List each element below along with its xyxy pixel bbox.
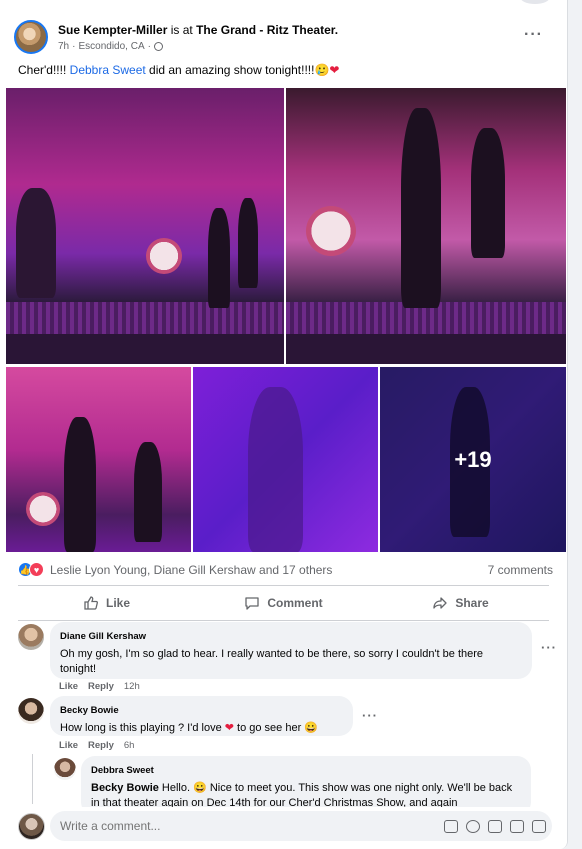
stage-floor: [286, 334, 566, 364]
bass-drum: [26, 492, 60, 526]
replier-avatar[interactable]: [54, 758, 76, 780]
reply-mention[interactable]: Becky Bowie: [91, 782, 159, 794]
dot-separator: ·: [147, 41, 151, 52]
post-mention[interactable]: Debbra Sweet: [70, 63, 146, 77]
comment-like-button[interactable]: Like: [59, 740, 78, 751]
love-reaction-icon: ♥: [29, 562, 44, 577]
post-time[interactable]: 7h: [58, 41, 69, 52]
globe-icon: [153, 42, 163, 51]
comment-time[interactable]: 6h: [124, 740, 135, 751]
photo-3[interactable]: [6, 367, 191, 552]
post-text: Cher'd!!!! Debbra Sweet did an amazing s…: [18, 63, 339, 77]
previous-post-edge: [520, 0, 550, 4]
comment-reply-button[interactable]: Reply: [88, 740, 114, 751]
comment-reply-button[interactable]: Reply: [88, 681, 114, 692]
commenter-name[interactable]: Becky Bowie: [60, 703, 343, 718]
comment-time[interactable]: 12h: [124, 681, 140, 692]
photo-4[interactable]: [193, 367, 378, 552]
comment-text-before: How long is this playing ? I'd love: [60, 722, 225, 734]
composer-icons: [444, 820, 546, 833]
stage-floor: [6, 334, 284, 364]
avatar-sticker-icon[interactable]: [444, 820, 458, 833]
checkin-verb: is at: [170, 23, 193, 37]
singer-figure: [64, 417, 96, 552]
post-card: Sue Kempter-Miller is at The Grand - Rit…: [0, 0, 568, 849]
heart-emoji: ❤: [329, 63, 340, 77]
commenter-name[interactable]: Diane Gill Kershaw: [60, 629, 522, 644]
photo-1[interactable]: [6, 88, 284, 364]
divider: [18, 620, 549, 621]
commenter-avatar[interactable]: [18, 624, 44, 650]
comment-like-button[interactable]: Like: [59, 681, 78, 692]
comment-text: How long is this playing ? I'd love ❤ to…: [60, 721, 343, 736]
gif-icon[interactable]: [510, 820, 524, 833]
reply-thread-line: [32, 754, 33, 804]
comment-more-button[interactable]: ···: [362, 708, 378, 723]
comment-composer: [0, 807, 567, 849]
author-name[interactable]: Sue Kempter-Miller: [58, 23, 167, 37]
guitarist-figure: [238, 198, 258, 288]
replier-name[interactable]: Debbra Sweet: [91, 763, 521, 778]
comment-bubble: Becky Bowie How long is this playing ? I…: [50, 696, 353, 736]
share-label: Share: [455, 596, 489, 610]
keyboard-figure: [16, 188, 56, 298]
post-header: Sue Kempter-Miller is at The Grand - Rit…: [14, 20, 553, 60]
more-options-button[interactable]: ···: [524, 26, 543, 44]
comment-more-button[interactable]: ···: [541, 640, 557, 655]
guitarist-figure: [134, 442, 162, 542]
thumbs-up-icon: [84, 596, 98, 610]
post-actions: Like Comment Share: [18, 588, 549, 618]
singer-silhouette: [248, 387, 303, 552]
bass-drum: [146, 238, 182, 274]
place-name[interactable]: The Grand - Ritz Theater.: [196, 23, 338, 37]
reaction-icons[interactable]: 👍 ♥: [18, 562, 48, 578]
comment-text-after: to go see her 😀: [233, 722, 318, 734]
author-line: Sue Kempter-Miller is at The Grand - Rit…: [58, 23, 338, 37]
singer-figure: [401, 108, 441, 308]
post-text-after: did an amazing show tonight!!!!🥲: [145, 63, 330, 77]
share-button[interactable]: Share: [372, 588, 549, 618]
comments-count[interactable]: 7 comments: [488, 563, 553, 577]
photo-grid: +19: [6, 88, 566, 552]
comment-actions: Like Reply 12h: [59, 681, 140, 692]
current-user-avatar: [18, 813, 45, 840]
sticker-icon[interactable]: [532, 820, 546, 833]
comment-button[interactable]: Comment: [195, 588, 372, 618]
heart-emoji: ❤: [224, 722, 234, 734]
stage-skirt: [6, 302, 284, 334]
commenter-avatar[interactable]: [18, 698, 44, 724]
reaction-names[interactable]: Leslie Lyon Young, Diane Gill Kershaw an…: [50, 563, 332, 577]
comment-label: Comment: [267, 596, 323, 610]
author-avatar[interactable]: [14, 20, 48, 54]
photo-5[interactable]: +19: [380, 367, 566, 552]
comment-bubble: Diane Gill Kershaw Oh my gosh, I'm so gl…: [50, 622, 532, 679]
post-meta: 7h · Escondido, CA ·: [58, 41, 163, 52]
like-button[interactable]: Like: [18, 588, 195, 618]
post-location: Escondido, CA: [78, 41, 145, 52]
photo-2[interactable]: [286, 88, 566, 364]
share-icon: [433, 597, 447, 609]
post-text-before: Cher'd!!!!: [18, 63, 70, 77]
comment-text: Oh my gosh, I'm so glad to hear. I reall…: [60, 648, 484, 675]
like-label: Like: [105, 596, 130, 610]
comment-actions: Like Reply 6h: [59, 740, 134, 751]
comment-icon: [245, 597, 259, 610]
singer-figure: [208, 208, 230, 308]
more-photos-overlay[interactable]: +19: [380, 367, 566, 552]
dot-separator: ·: [72, 41, 76, 52]
bass-drum: [306, 206, 356, 256]
reactions-summary: 👍 ♥ Leslie Lyon Young, Diane Gill Kersha…: [18, 561, 553, 579]
divider: [18, 585, 549, 586]
camera-icon[interactable]: [488, 820, 502, 833]
guitarist-figure: [471, 128, 505, 258]
emoji-icon[interactable]: [466, 820, 480, 833]
